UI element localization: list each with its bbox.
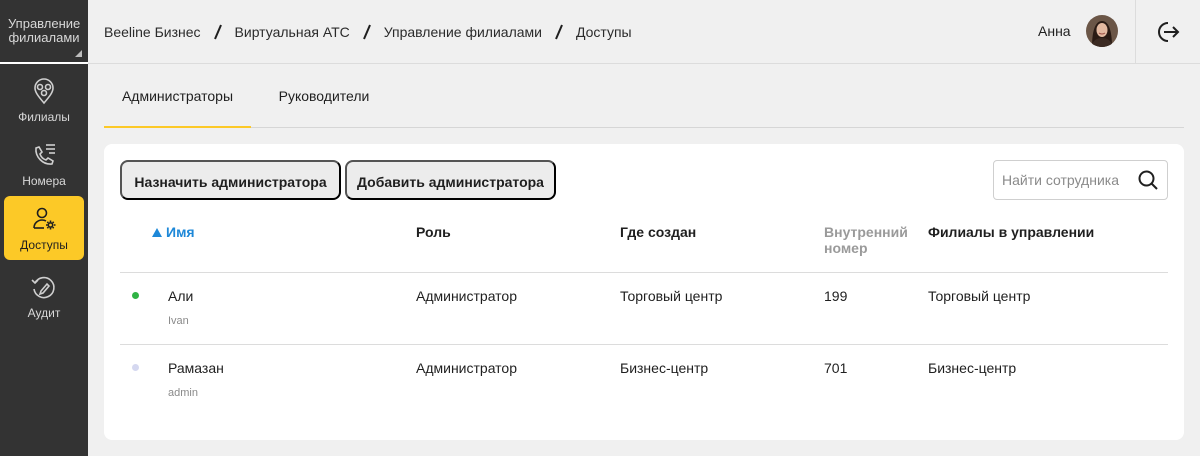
sidebar-item-audit[interactable]: Аудит (4, 264, 84, 328)
sort-ascending-icon (152, 228, 162, 237)
search-input[interactable] (1002, 161, 1132, 199)
cell-branches: Бизнес-центр (928, 360, 1017, 376)
breadcrumb-item[interactable]: Beeline Бизнес (104, 24, 201, 40)
breadcrumb-item[interactable]: Управление филиалами (384, 24, 542, 40)
audit-icon (31, 276, 55, 299)
avatar[interactable] (1086, 15, 1118, 47)
sidebar-item-branches[interactable]: Филиалы (4, 68, 84, 132)
search-box (993, 160, 1168, 200)
divider (1135, 0, 1136, 64)
breadcrumb-current: Доступы (575, 24, 632, 40)
cell-role: Администратор (416, 360, 518, 376)
avatar-photo (1086, 15, 1118, 47)
tab-managers[interactable]: Руководители (269, 64, 379, 128)
top-bar: Beeline Бизнес Виртуальная АТС Управлени… (88, 0, 1200, 64)
phone-list-icon (35, 144, 55, 165)
table-row[interactable]: Рамазан admin Администратор Бизнес-центр… (120, 344, 1168, 416)
cell-created-where: Торговый центр (620, 288, 723, 304)
column-header-extension: Внутренний номер (824, 224, 908, 256)
corner-arrow-icon (75, 50, 82, 57)
user-name[interactable]: Анна (1038, 23, 1071, 39)
slash-separator-icon (213, 24, 222, 40)
logout-icon[interactable] (1154, 18, 1182, 46)
sidebar: Управление филиалами Филиалы Номера Дост… (0, 0, 88, 456)
table-row[interactable]: Али Ivan Администратор Торговый центр 19… (120, 272, 1168, 344)
status-offline-dot (132, 364, 139, 371)
column-header-created-where[interactable]: Где создан (620, 224, 696, 240)
column-header-name[interactable]: Имя (152, 224, 195, 240)
tab-bar: Администраторы Руководители (104, 64, 1184, 128)
search-icon[interactable] (1137, 169, 1159, 191)
tab-administrators[interactable]: Администраторы (104, 64, 251, 128)
slash-separator-icon (555, 24, 563, 40)
sidebar-item-label: Филиалы (18, 110, 70, 124)
breadcrumb: Beeline Бизнес Виртуальная АТС Управлени… (104, 0, 632, 64)
user-gear-icon (33, 207, 56, 230)
add-admin-button[interactable]: Добавить администратора (345, 160, 556, 200)
sidebar-item-access[interactable]: Доступы (4, 196, 84, 260)
branches-pin-icon (34, 78, 54, 105)
cell-extension: 199 (824, 288, 848, 304)
cell-name: Рамазан (168, 360, 224, 376)
cell-login: Ivan (168, 315, 189, 327)
status-online-dot (132, 292, 139, 299)
cell-branches: Торговый центр (928, 288, 1031, 304)
sidebar-header-title: Управление филиалами (8, 16, 81, 45)
cell-created-where: Бизнес-центр (620, 360, 709, 376)
sidebar-item-label: Аудит (27, 306, 61, 320)
cell-extension: 701 (824, 360, 848, 376)
assign-admin-button[interactable]: Назначить администратора (120, 160, 341, 200)
breadcrumb-item[interactable]: Виртуальная АТС (235, 24, 350, 40)
slash-separator-icon (362, 24, 371, 40)
sidebar-item-numbers[interactable]: Номера (4, 132, 84, 196)
column-header-role[interactable]: Роль (416, 224, 451, 240)
cell-login: admin (168, 387, 198, 399)
column-header-label: Имя (166, 224, 195, 240)
admins-card: Назначить администратора Добавить админи… (104, 144, 1184, 440)
sidebar-item-label: Доступы (20, 238, 68, 252)
cell-role: Администратор (416, 288, 518, 304)
column-header-branches[interactable]: Филиалы в управлении (928, 224, 1094, 240)
sidebar-item-label: Номера (22, 174, 66, 188)
cell-name: Али (168, 288, 194, 304)
sidebar-header[interactable]: Управление филиалами (0, 0, 88, 64)
